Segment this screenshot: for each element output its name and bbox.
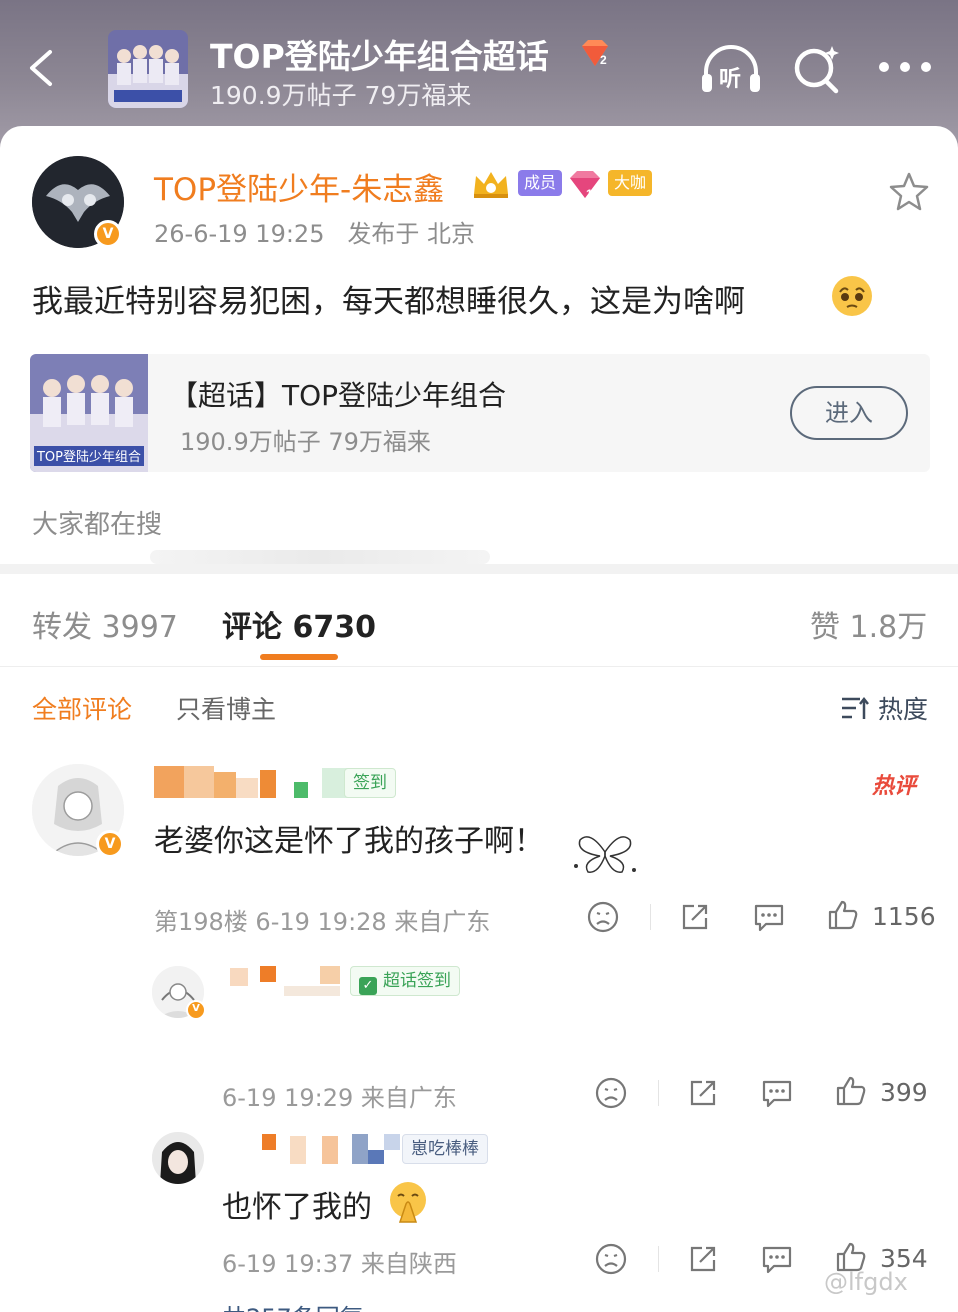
trending-search-blur: [150, 550, 490, 564]
chevron-left-icon: [30, 50, 52, 86]
share-icon[interactable]: [686, 1076, 720, 1110]
dislike-face-icon[interactable]: [586, 900, 620, 934]
tab-comments[interactable]: 评论 6730: [222, 602, 376, 646]
reply-avatar[interactable]: [152, 1132, 204, 1184]
reply-text: 也怀了我的: [222, 1190, 372, 1225]
action-separator: [650, 904, 651, 930]
weibo-watermark: @lfgdx: [824, 1268, 908, 1296]
crown-icon: [470, 166, 512, 200]
headphones-icon: 听: [702, 45, 760, 92]
post-meta: 26-6-19 19:25 发布于 北京: [154, 214, 475, 249]
thumbs-up-icon[interactable]: [834, 1074, 868, 1108]
verified-badge-icon: V: [96, 830, 124, 858]
favorite-button[interactable]: [888, 170, 930, 212]
filter-all-comments[interactable]: 全部评论: [32, 690, 132, 726]
share-icon[interactable]: [678, 900, 712, 934]
reply-comment-icon[interactable]: [760, 1242, 794, 1276]
tab-forward[interactable]: 转发 3997: [32, 602, 178, 646]
post-author-name[interactable]: TOP登陆少年-朱志鑫: [154, 164, 444, 209]
dislike-face-icon[interactable]: [594, 1076, 628, 1110]
big-shot-tag: 大咖: [608, 170, 653, 196]
svg-text:2: 2: [600, 53, 607, 67]
super-topic-thumbnail: TOP登陆少年组合: [30, 354, 148, 472]
search-button[interactable]: [792, 42, 844, 96]
reply-meta: 6-19 19:29 来自广东: [222, 1084, 457, 1112]
check-icon: ✓: [359, 977, 377, 995]
comment-meta: 第198楼 6-19 19:28 来自广东: [154, 908, 491, 936]
topic-cover-image[interactable]: [108, 30, 188, 108]
more-options-button[interactable]: [876, 52, 934, 82]
thumbs-up-icon[interactable]: [826, 898, 860, 932]
gem-level-icon: 12: [568, 168, 604, 201]
super-topic-card[interactable]: TOP登陆少年组合 【超话】TOP登陆少年组合 190.9万帖子 79万福来 进…: [30, 354, 930, 472]
post-location: 发布于 北京: [347, 220, 475, 248]
more-dots-icon: [879, 62, 931, 72]
hot-comment-tag: 热评: [872, 774, 917, 799]
svg-text:12: 12: [586, 187, 600, 200]
comment-text: 老婆你这是怀了我的孩子啊！: [154, 824, 544, 859]
reply-meta: 6-19 19:37 来自陕西: [222, 1250, 457, 1278]
listen-button[interactable]: 听: [698, 42, 764, 98]
level-badge-icon: 2: [578, 36, 612, 70]
share-icon[interactable]: [686, 1242, 720, 1276]
super-topic-title: 【超话】TOP登陆少年组合: [170, 379, 507, 412]
topic-stats: 190.9万帖子 79万福来: [210, 81, 472, 110]
section-divider: [0, 564, 958, 574]
active-tab-indicator: [260, 654, 338, 660]
back-button[interactable]: [22, 44, 62, 92]
reply-comment-icon[interactable]: [760, 1076, 794, 1110]
sort-hot-label[interactable]: 热度: [878, 690, 928, 726]
fan-badge-tag: 崽吃棒棒: [402, 1134, 488, 1164]
check-in-tag: 签到: [344, 768, 396, 798]
view-more-replies-link[interactable]: 共257条回复: [222, 1298, 364, 1312]
svg-text:听: 听: [719, 67, 741, 92]
trending-search-label: 大家都在搜: [32, 510, 163, 540]
praying-face-emoji: [386, 1180, 430, 1224]
like-count: 1156: [872, 902, 936, 931]
filter-author-only[interactable]: 只看博主: [176, 690, 276, 726]
super-topic-stats: 190.9万帖子 79万福来: [180, 428, 431, 456]
action-separator: [658, 1080, 659, 1106]
post-card: V TOP登陆少年-朱志鑫 成员 12 大咖 26-6-19 19:25 发布于…: [0, 126, 958, 1312]
dislike-face-icon[interactable]: [594, 1242, 628, 1276]
sort-icon[interactable]: [840, 694, 870, 722]
post-body-text: 我最近特别容易犯困，每天都想睡很久，这是为啥啊: [32, 284, 745, 320]
enter-topic-button[interactable]: 进入: [790, 386, 908, 440]
reply-comment-icon[interactable]: [752, 900, 786, 934]
verified-badge-icon: V: [186, 1000, 206, 1020]
post-time: 26-6-19 19:25: [154, 220, 325, 248]
pleading-face-emoji: [830, 274, 874, 318]
star-icon: [889, 172, 929, 211]
verified-badge-icon: V: [94, 220, 122, 248]
member-tag: 成员: [518, 170, 563, 196]
tabs-divider: [0, 666, 958, 667]
svg-text:TOP登陆少年组合: TOP登陆少年组合: [36, 449, 141, 465]
super-topic-check-in-tag: ✓ 超话签到: [350, 966, 460, 996]
like-count: 399: [880, 1078, 928, 1107]
search-icon: [794, 46, 839, 94]
topic-title: TOP登陆少年组合超话: [210, 37, 549, 76]
tab-likes[interactable]: 赞 1.8万: [810, 602, 927, 646]
action-separator: [658, 1246, 659, 1272]
butterfly-decoration-icon: [570, 826, 640, 878]
